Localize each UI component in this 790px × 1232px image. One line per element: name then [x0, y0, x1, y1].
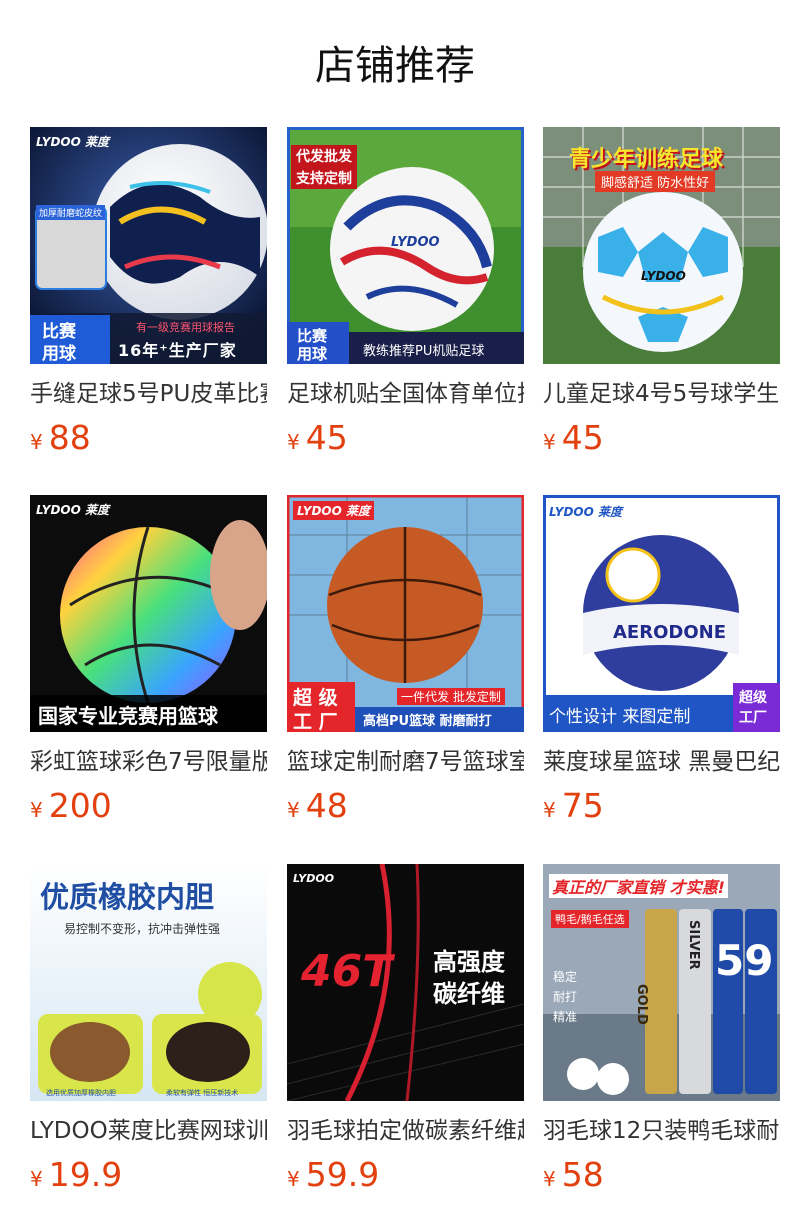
image-tag: 超 级: [293, 687, 338, 709]
image-tag: 加厚耐磨蛇皮纹: [36, 205, 106, 220]
brand-logo: LYDOO: [641, 269, 686, 283]
product-image[interactable]: 代发批发 支持定制 LYDOO 比赛 用球 教练推荐PU机贴足球: [287, 127, 524, 364]
product-name[interactable]: 足球机贴全国体育单位指定用球: [287, 376, 524, 412]
image-tag: 稳定: [553, 970, 578, 984]
product-price: ¥59.9: [287, 1153, 524, 1203]
product-name[interactable]: 羽毛球12只装鸭毛球耐打: [543, 1113, 780, 1149]
price-value: 19.9: [48, 1155, 123, 1194]
product-card[interactable]: 青少年训练足球 脚感舒适 防水性好 LYDOO 儿童足球4号5号球学生训练 ¥4…: [543, 127, 780, 466]
image-tag: 脚感舒适 防水性好: [595, 171, 716, 192]
image-tag: 超级: [739, 690, 767, 706]
price-value: 88: [48, 418, 91, 457]
price-value: 48: [305, 786, 348, 825]
currency-symbol: ¥: [543, 798, 556, 822]
brand-logo: LYDOO 莱度: [36, 135, 110, 149]
product-price: ¥45: [543, 416, 780, 466]
ball-print: AERODONE: [613, 622, 726, 643]
brand-logo: LYDOO: [391, 235, 440, 250]
product-name[interactable]: 手缝足球5号PU皮革比赛训练用球: [30, 376, 267, 412]
image-tag: 用球: [42, 344, 76, 364]
brand-logo: LYDOO 莱度: [549, 505, 623, 519]
product-card[interactable]: LYDOO 莱度 超 级 工 厂 一件代发 批发定制 高档PU篮球 耐磨耐打 篮…: [287, 495, 524, 834]
image-tag: 个性设计 来图定制: [549, 707, 691, 727]
product-name[interactable]: 彩虹篮球彩色7号限量版: [30, 744, 267, 780]
product-image[interactable]: 青少年训练足球 脚感舒适 防水性好 LYDOO: [543, 127, 780, 364]
product-card[interactable]: LYDOO 莱度 AERODONE 个性设计 来图定制 超级 工厂 莱度球星篮球…: [543, 495, 780, 834]
product-name[interactable]: 莱度球星篮球 黑曼巴纪念款: [543, 744, 780, 780]
product-price: ¥88: [30, 416, 267, 466]
image-tag: 59: [715, 936, 774, 985]
currency-symbol: ¥: [30, 1167, 43, 1191]
currency-symbol: ¥: [287, 1167, 300, 1191]
image-tag: 国家专业竞赛用篮球: [38, 704, 218, 728]
image-tag: 碳纤维: [433, 980, 505, 1008]
brand-logo: LYDOO 莱度: [293, 501, 375, 520]
brand-logo: LYDOO 莱度: [36, 503, 110, 517]
brand-logo: LYDOO: [293, 872, 335, 885]
product-image[interactable]: 真正的厂家直销 才实惠! 鸭毛/鹅毛任选 稳定 耐打 精准 GOLD SILVE…: [543, 864, 780, 1101]
product-image[interactable]: LYDOO 莱度 加厚耐磨蛇皮纹 有一级竞赛用球报告 比赛 用球 16年⁺生产厂…: [30, 127, 267, 364]
product-price: ¥48: [287, 784, 524, 834]
image-tag: 易控制不变形，抗冲击弹性强: [64, 922, 221, 936]
image-tag: 支持定制: [291, 167, 357, 189]
product-card[interactable]: 代发批发 支持定制 LYDOO 比赛 用球 教练推荐PU机贴足球 足球机贴全国体…: [287, 127, 524, 466]
product-price: ¥45: [287, 416, 524, 466]
product-card[interactable]: LYDOO 莱度 国家专业竞赛用篮球 彩虹篮球彩色7号限量版 ¥200: [30, 495, 267, 834]
currency-symbol: ¥: [287, 798, 300, 822]
price-value: 75: [561, 786, 604, 825]
image-tag: 精准: [553, 1010, 578, 1024]
currency-symbol: ¥: [30, 430, 43, 454]
image-tag: 青少年训练足球: [569, 147, 724, 172]
image-tag: 工 厂: [293, 711, 338, 732]
image-tag: 代发批发: [291, 145, 357, 167]
image-tag: 耐打: [553, 990, 578, 1004]
product-name[interactable]: 儿童足球4号5号球学生训练: [543, 376, 780, 412]
price-value: 59.9: [305, 1155, 380, 1194]
product-card[interactable]: 真正的厂家直销 才实惠! 鸭毛/鹅毛任选 稳定 耐打 精准 GOLD SILVE…: [543, 864, 780, 1203]
image-tag: 鸭毛/鹅毛任选: [551, 910, 629, 928]
product-card[interactable]: LYDOO 46T 高强度 碳纤维 羽毛球拍定做碳素纤维超轻 ¥59.9: [287, 864, 524, 1203]
image-tag: 柔软有弹性 恒压新技术: [166, 1089, 239, 1097]
product-card[interactable]: 优质橡胶内胆 易控制不变形，抗冲击弹性强 选用优质加厚橡胶内胆 柔软有弹性 恒压…: [30, 864, 267, 1203]
product-price: ¥19.9: [30, 1153, 267, 1203]
image-tag: 一件代发 批发定制: [397, 688, 505, 705]
price-value: 45: [305, 418, 348, 457]
image-tag: 高档PU篮球 耐磨耐打: [363, 714, 492, 729]
image-tag: 真正的厂家直销 才实惠!: [549, 874, 728, 898]
currency-symbol: ¥: [543, 430, 556, 454]
price-value: 58: [561, 1155, 604, 1194]
page-title: 店铺推荐: [315, 43, 475, 89]
product-card[interactable]: LYDOO 莱度 加厚耐磨蛇皮纹 有一级竞赛用球报告 比赛 用球 16年⁺生产厂…: [30, 127, 267, 466]
product-image[interactable]: LYDOO 莱度 超 级 工 厂 一件代发 批发定制 高档PU篮球 耐磨耐打: [287, 495, 524, 732]
product-name[interactable]: LYDOO莱度比赛网球训练用球: [30, 1113, 267, 1149]
image-tag: SILVER: [686, 920, 701, 970]
product-image[interactable]: 优质橡胶内胆 易控制不变形，抗冲击弹性强 选用优质加厚橡胶内胆 柔软有弹性 恒压…: [30, 864, 267, 1101]
currency-symbol: ¥: [30, 798, 43, 822]
image-tag: 选用优质加厚橡胶内胆: [46, 1089, 116, 1097]
image-tag: 有一级竞赛用球报告: [136, 321, 235, 334]
currency-symbol: ¥: [287, 430, 300, 454]
product-image[interactable]: LYDOO 莱度 国家专业竞赛用篮球: [30, 495, 267, 732]
image-tag: 46T: [301, 946, 393, 997]
product-price: ¥58: [543, 1153, 780, 1203]
image-tag: 优质橡胶内胆: [40, 880, 215, 914]
product-price: ¥75: [543, 784, 780, 834]
image-tag: 工厂: [739, 710, 767, 726]
product-image[interactable]: LYDOO 莱度 AERODONE 个性设计 来图定制 超级 工厂: [543, 495, 780, 732]
currency-symbol: ¥: [543, 1167, 556, 1191]
price-value: 45: [561, 418, 604, 457]
image-tag: 用球: [297, 345, 328, 363]
image-tag: 教练推荐PU机贴足球: [363, 344, 485, 359]
image-tag: 高强度: [433, 948, 505, 976]
product-image[interactable]: LYDOO 46T 高强度 碳纤维: [287, 864, 524, 1101]
image-tag: 16年⁺生产厂家: [118, 341, 237, 360]
product-name[interactable]: 篮球定制耐磨7号篮球室外: [287, 744, 524, 780]
product-price: ¥200: [30, 784, 267, 834]
image-tag: GOLD: [634, 984, 649, 1025]
price-value: 200: [48, 786, 112, 825]
product-name[interactable]: 羽毛球拍定做碳素纤维超轻: [287, 1113, 524, 1149]
